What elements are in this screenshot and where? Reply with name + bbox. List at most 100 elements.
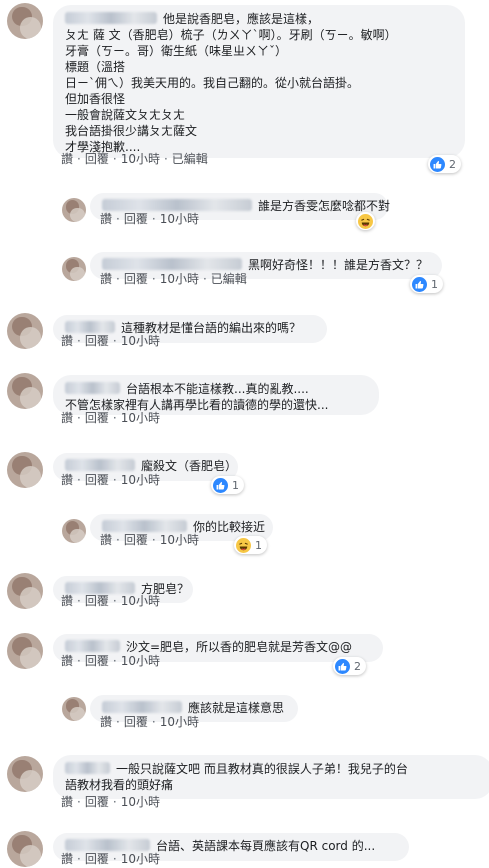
comment-text: 標題（溫搭 [65, 60, 126, 74]
separator: · [112, 795, 117, 809]
separator: · [77, 852, 81, 866]
reaction-badge[interactable]: 1 [211, 476, 244, 494]
author-name[interactable] [65, 382, 120, 394]
avatar[interactable] [7, 452, 43, 488]
timestamp[interactable]: 10小時 [160, 212, 199, 226]
comment-actions: 讚 · 回覆 · 10小時 [61, 471, 160, 488]
timestamp[interactable]: 10小時 [121, 795, 160, 809]
separator: · [116, 715, 120, 729]
reaction-badge[interactable]: 1 [234, 536, 267, 554]
like-button[interactable]: 讚 [100, 533, 112, 547]
comment-actions: 讚 · 回覆 · 10小時 [100, 210, 199, 227]
timestamp[interactable]: 10小時 [121, 473, 160, 487]
comment-actions: 讚 · 回覆 · 10小時 · 已編輯 [100, 270, 247, 287]
timestamp[interactable]: 10小時 [121, 152, 160, 166]
avatar[interactable] [62, 257, 86, 281]
timestamp[interactable]: 10小時 [160, 533, 199, 547]
timestamp[interactable]: 10小時 [160, 272, 199, 286]
comment-text: 牙膏（ㄎㄧ。哥）衛生紙（味星ㄓㄨㄚˇ） [65, 44, 288, 58]
thumbs-up-icon [430, 156, 445, 172]
author-name[interactable] [102, 258, 242, 270]
like-button[interactable]: 讚 [61, 473, 73, 487]
comment-actions: 讚 · 回覆 · 10小時 [61, 652, 160, 669]
reaction-badge[interactable]: 2 [428, 155, 461, 173]
edited-label[interactable]: 已編輯 [211, 272, 247, 286]
separator: · [151, 272, 156, 286]
reaction-badge[interactable]: 1 [410, 275, 443, 293]
reaction-badge[interactable]: 2 [333, 657, 366, 675]
separator: · [112, 473, 117, 487]
timestamp[interactable]: 10小時 [121, 654, 160, 668]
comment-text: 我台語掛很少講ㄆㄤ薩文 [65, 124, 198, 138]
avatar[interactable] [7, 831, 43, 867]
reply-button[interactable]: 回覆 [85, 654, 109, 668]
reply-button[interactable]: 回覆 [85, 473, 109, 487]
edited-label[interactable]: 已編輯 [172, 152, 208, 166]
reply-button[interactable]: 回覆 [85, 594, 109, 608]
reply-button[interactable]: 回覆 [124, 212, 148, 226]
reply-button[interactable]: 回覆 [85, 852, 109, 866]
comment-actions: 讚 · 回覆 · 10小時 [100, 713, 199, 730]
author-name[interactable] [65, 459, 135, 471]
like-button[interactable]: 讚 [61, 852, 73, 866]
comment-text: 應該就是這樣意思 [188, 701, 285, 715]
avatar[interactable] [7, 373, 43, 409]
avatar[interactable] [7, 3, 43, 39]
comment-actions: 讚 · 回覆 · 10小時 [61, 793, 160, 810]
like-button[interactable]: 讚 [100, 715, 112, 729]
reply-button[interactable]: 回覆 [85, 152, 109, 166]
reaction-badge[interactable] [356, 212, 375, 230]
avatar[interactable] [62, 519, 86, 543]
timestamp[interactable]: 10小時 [121, 852, 160, 866]
like-button[interactable]: 讚 [61, 795, 73, 809]
avatar[interactable] [7, 633, 43, 669]
avatar[interactable] [62, 697, 86, 721]
author-name[interactable] [102, 701, 182, 713]
author-name[interactable] [65, 12, 157, 24]
like-button[interactable]: 讚 [61, 152, 73, 166]
separator: · [112, 594, 117, 608]
separator: · [151, 533, 156, 547]
author-name[interactable] [65, 640, 120, 652]
separator: · [116, 212, 120, 226]
like-button[interactable]: 讚 [100, 272, 112, 286]
laughing-face-icon [236, 537, 251, 553]
comment-actions: 讚 · 回覆 · 10小時 [61, 592, 160, 609]
separator: · [112, 852, 117, 866]
reply-button[interactable]: 回覆 [85, 334, 109, 348]
comment-text: 黑啊好奇怪！！！誰是方香文？？ [248, 258, 429, 272]
reply-button[interactable]: 回覆 [124, 272, 148, 286]
separator: · [112, 654, 117, 668]
comment-text: 日ㄧ`佣ㄟ）我美天用的。我自己翻的。從小就台語掛。 [65, 76, 360, 90]
avatar[interactable] [7, 313, 43, 349]
reply-button[interactable]: 回覆 [124, 533, 148, 547]
timestamp[interactable]: 10小時 [121, 334, 160, 348]
timestamp[interactable]: 10小時 [121, 411, 160, 425]
comment-text: 誰是方香雯怎麼唸都不對 [258, 199, 391, 213]
like-button[interactable]: 讚 [61, 654, 73, 668]
comment-text: 他是說香肥皂，應該是這樣， [163, 12, 320, 26]
reply-button[interactable]: 回覆 [124, 715, 148, 729]
like-button[interactable]: 讚 [100, 212, 112, 226]
avatar[interactable] [7, 756, 43, 792]
author-name[interactable] [65, 762, 110, 774]
like-button[interactable]: 讚 [61, 411, 73, 425]
separator: · [77, 152, 81, 166]
separator: · [163, 152, 168, 166]
separator: · [77, 334, 81, 348]
timestamp[interactable]: 10小時 [121, 594, 160, 608]
separator: · [77, 411, 81, 425]
like-button[interactable]: 讚 [61, 594, 73, 608]
timestamp[interactable]: 10小時 [160, 715, 199, 729]
avatar[interactable] [7, 573, 43, 609]
reaction-count: 1 [431, 277, 438, 291]
separator: · [112, 411, 117, 425]
comment-text: 一般會說薩文ㄆㄤㄆㄤ [65, 108, 186, 122]
comment-text: 但加香很怪 [65, 92, 126, 106]
reply-button[interactable]: 回覆 [85, 411, 109, 425]
like-button[interactable]: 讚 [61, 334, 73, 348]
laughing-face-icon [358, 213, 373, 229]
avatar[interactable] [62, 198, 86, 222]
reply-button[interactable]: 回覆 [85, 795, 109, 809]
separator: · [77, 473, 81, 487]
